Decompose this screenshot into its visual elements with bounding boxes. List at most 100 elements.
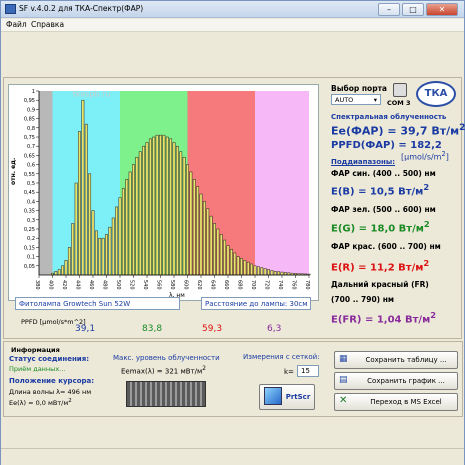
port-connector-icon: [393, 83, 407, 97]
farred-range: (700 .. 790) нм: [331, 295, 395, 304]
com-port: COM 3: [387, 99, 411, 107]
x-tick-label: 460: [88, 280, 94, 290]
bar: [182, 156, 186, 276]
bar: [223, 239, 227, 276]
minimize-button[interactable]: –: [378, 3, 400, 16]
lamp-field[interactable]: Фитолампа Growtech Sun 52W: [15, 297, 180, 310]
bar: [54, 271, 58, 276]
k-input[interactable]: 15: [297, 365, 319, 377]
x-tick-label: 700: [250, 280, 256, 290]
bar: [101, 237, 105, 276]
bar: [229, 248, 233, 276]
y-tick-label: 0,7: [27, 144, 35, 150]
bar: [142, 145, 146, 276]
bar: [169, 138, 173, 276]
excel-button[interactable]: Переход в MS Excel: [334, 393, 458, 411]
x-tick-label: 380: [34, 280, 40, 290]
conn-value: Приём данных...: [9, 365, 66, 373]
title-bar: SF v.4.0.2 для ТКА-Спектр(ФАР) – □ ✕: [1, 1, 464, 18]
bar: [155, 134, 159, 276]
port-select[interactable]: AUTO ▾: [331, 94, 381, 105]
distance-field[interactable]: Расстояние до лампы: 30см: [201, 297, 311, 310]
sup: 2: [202, 366, 207, 372]
x-tick-label: 540: [142, 280, 148, 290]
save-table-button[interactable]: Сохранить таблицу ...: [334, 351, 458, 369]
bar: [260, 267, 264, 276]
ppfd-green: 83,8: [142, 324, 163, 334]
x-tick-label: 720: [264, 280, 270, 290]
y-tick-label: 0,15: [24, 245, 35, 251]
graph-icon: ▤: [339, 375, 348, 385]
bar: [94, 230, 98, 276]
k-label: k=: [284, 368, 294, 376]
ppfd-blue: 39,1: [75, 324, 96, 334]
sup: 2: [459, 122, 465, 133]
bar: [105, 234, 108, 276]
menu-bar: Файл Справка: [1, 19, 464, 32]
screenshot-icon: [264, 387, 282, 405]
cursor-label: Положение курсора:: [9, 377, 95, 385]
bar: [108, 226, 112, 276]
bar: [280, 271, 284, 276]
bar: [71, 223, 75, 276]
window-title: SF v.4.0.2 для ТКА-Спектр(ФАР): [19, 4, 144, 13]
table-icon: ▦: [339, 354, 348, 364]
menu-file[interactable]: Файл: [6, 20, 27, 29]
band-4: [255, 91, 309, 275]
y-tick-label: 0,75: [24, 135, 35, 141]
excel-label: Переход в MS Excel: [370, 398, 442, 406]
bar: [128, 171, 132, 276]
bar: [67, 247, 71, 276]
bar: [240, 258, 243, 276]
bar: [273, 271, 277, 276]
ppfd-values-row: PPFD [μmol/s*m^2] 39,1 83,8 59,3 6,3: [15, 318, 315, 334]
save-table-label: Сохранить таблицу ...: [365, 356, 447, 364]
y-tick-label: 0,6: [27, 163, 35, 169]
bar: [233, 252, 237, 276]
y-tick-label: 0,45: [24, 190, 35, 196]
meas-label: Измерения с сеткой:: [243, 353, 320, 361]
x-tick-label: 760: [291, 280, 297, 290]
y-tick-label: 0,9: [27, 107, 35, 113]
bar: [189, 171, 193, 276]
bar: [91, 210, 95, 276]
x-tick-label: 660: [223, 280, 229, 290]
bar: [88, 173, 92, 276]
bar: [57, 269, 61, 276]
bar: [192, 179, 196, 276]
farred-label: Дальний красный (FR): [331, 280, 429, 289]
bar: [159, 134, 162, 276]
bar: [243, 260, 247, 276]
bar: [253, 265, 257, 276]
bar: [115, 206, 119, 276]
sup: 2: [68, 398, 72, 404]
y-tick-label: 0,5: [27, 181, 35, 187]
y-tick-label: 0,1: [27, 255, 35, 261]
bar: [206, 208, 210, 276]
bar: [121, 188, 125, 276]
spectrum-svg: tkaspb.ru 380 400 420 440 460 480 500 520 540 560 5…: [10, 89, 311, 299]
bar: [175, 145, 179, 276]
maximize-button[interactable]: □: [402, 3, 424, 16]
x-tick-label: 440: [75, 280, 81, 290]
cursor-wavelength: Длина волны λ= 496 нм: [9, 388, 92, 396]
bar: [216, 228, 220, 276]
bar: [125, 179, 129, 276]
tka-logo: ТКА: [416, 81, 456, 107]
menu-help[interactable]: Справка: [31, 20, 64, 29]
bar: [213, 223, 216, 276]
x-tick-label: 780: [304, 280, 310, 290]
excel-icon: ✕: [339, 395, 348, 406]
y-axis-label: отн. ед.: [10, 158, 17, 185]
chevron-down-icon: ▾: [373, 96, 377, 104]
bar: [135, 156, 139, 276]
close-button[interactable]: ✕: [426, 3, 458, 16]
bar: [111, 217, 115, 276]
sup: 2: [441, 150, 446, 158]
ppfd-red: 59,3: [202, 324, 223, 334]
x-tick-label: 520: [129, 280, 135, 290]
bar: [165, 136, 169, 276]
watermark: tkaspb.ru: [73, 90, 111, 99]
save-graph-button[interactable]: Сохранить график ...: [334, 372, 458, 390]
spectrum-chart[interactable]: tkaspb.ru 380 400 420 440 460 480 500 520 540 560 5…: [8, 84, 319, 301]
